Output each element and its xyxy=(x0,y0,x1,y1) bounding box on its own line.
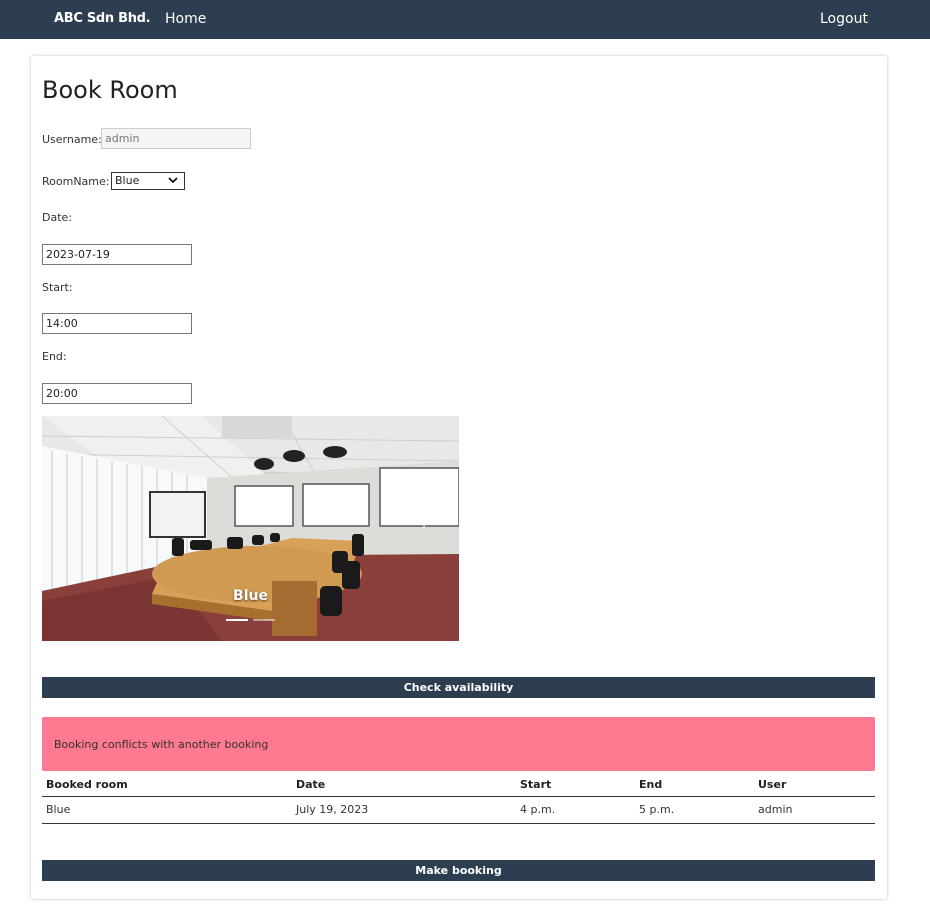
col-end: End xyxy=(635,774,754,797)
col-start: Start xyxy=(516,774,635,797)
end-field[interactable]: 20:00 xyxy=(42,383,192,404)
end-label: End: xyxy=(42,350,67,363)
start-field[interactable]: 14:00 xyxy=(42,313,192,334)
cell-end: 5 p.m. xyxy=(635,796,754,824)
navbar: ABC Sdn Bhd. Home Logout xyxy=(0,0,930,39)
page-title: Book Room xyxy=(42,76,178,104)
conflict-alert: Booking conflicts with another booking xyxy=(42,717,875,771)
nav-logout-link[interactable]: Logout xyxy=(820,11,868,27)
room-photo xyxy=(42,416,459,641)
room-carousel[interactable]: › xyxy=(42,416,459,641)
username-field[interactable]: admin xyxy=(101,128,251,149)
date-field[interactable]: 2023-07-19 xyxy=(42,244,192,265)
carousel-caption: Blue xyxy=(233,588,268,604)
carousel-next-icon[interactable]: › xyxy=(420,516,426,535)
carousel-indicator-2[interactable] xyxy=(253,619,275,621)
col-date: Date xyxy=(292,774,516,797)
cell-start: 4 p.m. xyxy=(516,796,635,824)
cell-date: July 19, 2023 xyxy=(292,796,516,824)
col-booked-room: Booked room xyxy=(42,774,292,797)
date-label: Date: xyxy=(42,211,72,224)
roomname-label: RoomName: xyxy=(42,175,110,188)
cell-room: Blue xyxy=(42,796,292,824)
check-availability-button[interactable]: Check availability xyxy=(42,677,875,698)
chevron-down-icon xyxy=(168,177,178,184)
brand-link[interactable]: ABC Sdn Bhd. xyxy=(54,11,151,26)
bookings-table: Booked room Date Start End User Blue Jul… xyxy=(42,774,875,824)
nav-home-link[interactable]: Home xyxy=(165,11,206,27)
table-header-row: Booked room Date Start End User xyxy=(42,774,875,797)
username-label: Username: xyxy=(42,133,102,146)
roomname-select[interactable]: Blue xyxy=(111,172,185,190)
table-row: Blue July 19, 2023 4 p.m. 5 p.m. admin xyxy=(42,796,875,824)
col-user: User xyxy=(754,774,875,797)
start-label: Start: xyxy=(42,281,73,294)
carousel-indicator-1[interactable] xyxy=(226,619,248,621)
make-booking-button[interactable]: Make booking xyxy=(42,860,875,881)
roomname-select-value: Blue xyxy=(115,174,140,187)
alert-message: Booking conflicts with another booking xyxy=(54,738,269,751)
cell-user: admin xyxy=(754,796,875,824)
